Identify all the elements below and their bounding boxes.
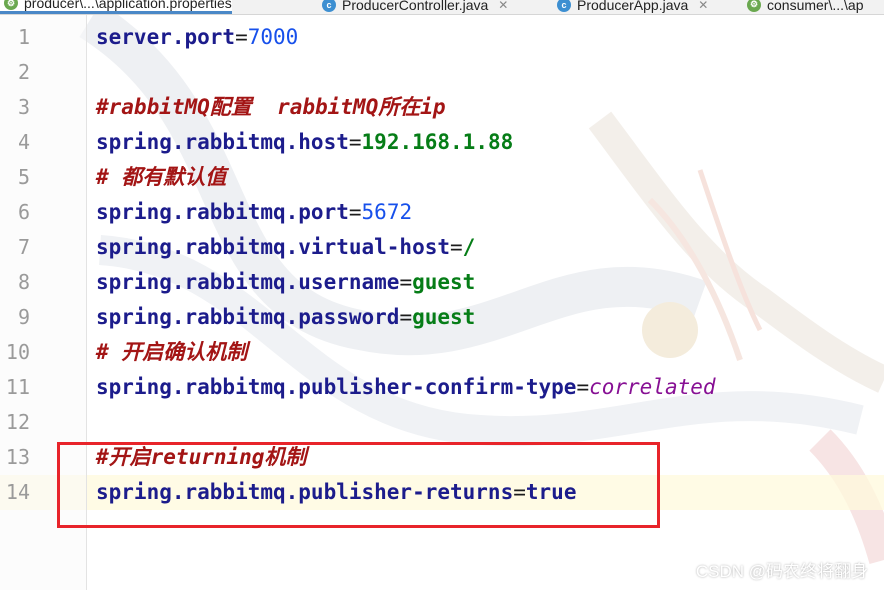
code-line-11[interactable]: spring.rabbitmq.publisher-confirm-type=c… — [96, 370, 716, 405]
property-value: guest — [412, 270, 476, 294]
property-value: correlated — [589, 375, 716, 399]
line-number: 6 — [17, 200, 30, 224]
line-number: 3 — [17, 95, 30, 119]
editor-tab-bar: ⚙ producer\...\application.properties c … — [0, 0, 884, 15]
tab-application-properties[interactable]: ⚙ producer\...\application.properties — [0, 0, 232, 14]
property-value: / — [462, 235, 476, 259]
code-line-5[interactable]: # 都有默认值 — [96, 160, 226, 195]
red-highlight-annotation — [57, 442, 660, 528]
properties-file-icon: ⚙ — [747, 0, 761, 12]
property-key: spring.rabbitmq.host — [96, 130, 349, 154]
line-number: 14 — [5, 480, 30, 504]
line-number: 11 — [5, 375, 30, 399]
equals-sign: = — [348, 200, 362, 224]
line-number: 10 — [5, 340, 30, 364]
code-line-1[interactable]: server.port=7000 — [96, 20, 298, 55]
property-key: spring.rabbitmq.password — [96, 305, 400, 329]
tab-producer-controller[interactable]: c ProducerController.java ✕ — [318, 0, 508, 14]
code-line-4[interactable]: spring.rabbitmq.host=192.168.1.88 — [96, 125, 513, 160]
close-icon[interactable]: ✕ — [498, 0, 508, 12]
equals-sign: = — [576, 375, 590, 399]
close-icon[interactable]: ✕ — [698, 0, 708, 12]
line-number: 12 — [5, 410, 30, 434]
line-number: 9 — [17, 305, 30, 329]
code-line-3[interactable]: #rabbitMQ配置 rabbitMQ所在ip — [96, 90, 446, 125]
java-class-icon: c — [322, 0, 336, 12]
java-class-icon: c — [557, 0, 571, 12]
property-key: server.port — [96, 25, 236, 49]
tab-label: ProducerController.java — [342, 0, 489, 13]
tab-label: ProducerApp.java — [577, 0, 689, 13]
tab-producer-app[interactable]: c ProducerApp.java ✕ — [553, 0, 708, 14]
line-number: 1 — [17, 25, 30, 49]
property-key: spring.rabbitmq.virtual-host — [96, 235, 451, 259]
line-number: 2 — [17, 60, 30, 84]
code-line-7[interactable]: spring.rabbitmq.virtual-host=/ — [96, 230, 475, 265]
property-value: 7000 — [247, 25, 299, 49]
properties-file-icon: ⚙ — [4, 0, 18, 10]
tab-consumer-properties[interactable]: ⚙ consumer\...\ap — [743, 0, 864, 14]
line-number: 4 — [17, 130, 30, 154]
line-number: 5 — [17, 165, 30, 189]
watermark-text: CSDN @码农终将翻身 — [695, 562, 868, 581]
property-key: spring.rabbitmq.username — [96, 270, 400, 294]
property-value: 5672 — [361, 200, 413, 224]
property-key: spring.rabbitmq.publisher-confirm-type — [96, 375, 577, 399]
code-line-10[interactable]: # 开启确认机制 — [96, 335, 247, 370]
equals-sign: = — [235, 25, 248, 49]
line-number: 7 — [17, 235, 30, 259]
property-value: guest — [412, 305, 476, 329]
equals-sign: = — [348, 130, 362, 154]
tab-label: consumer\...\ap — [767, 0, 864, 13]
code-line-8[interactable]: spring.rabbitmq.username=guest — [96, 265, 475, 300]
property-key: spring.rabbitmq.port — [96, 200, 349, 224]
code-line-6[interactable]: spring.rabbitmq.port=5672 — [96, 195, 412, 230]
line-number: 13 — [5, 445, 30, 469]
equals-sign: = — [450, 235, 463, 259]
property-value: 192.168.1.88 — [361, 130, 514, 154]
equals-sign: = — [399, 270, 413, 294]
line-number: 8 — [17, 270, 30, 294]
code-line-9[interactable]: spring.rabbitmq.password=guest — [96, 300, 475, 335]
equals-sign: = — [399, 305, 413, 329]
tab-label: producer\...\application.properties — [24, 0, 232, 11]
